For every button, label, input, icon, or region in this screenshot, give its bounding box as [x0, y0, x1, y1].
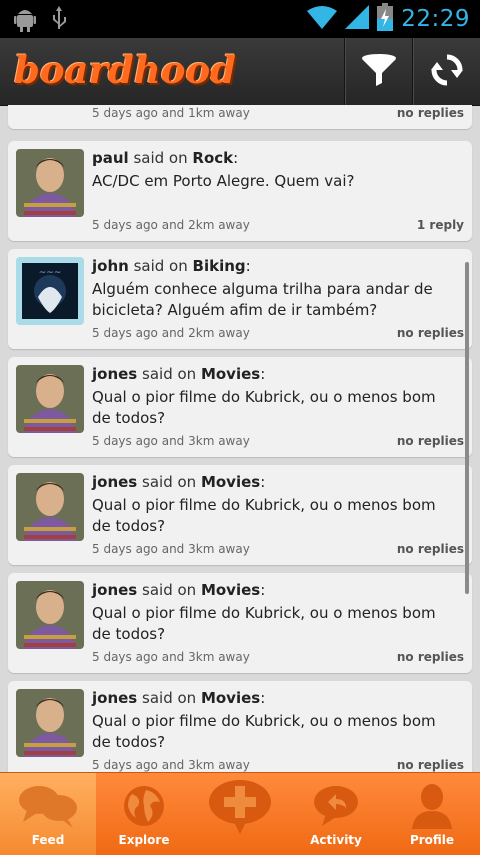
post-message: Qual o pior filme do Kubrick, ou o menos…: [92, 604, 436, 643]
post-header: jones said on Movies:: [92, 689, 266, 707]
post-message: Qual o pior filme do Kubrick, ou o menos…: [92, 712, 436, 751]
reply-count[interactable]: no replies: [397, 106, 464, 120]
refresh-button[interactable]: [412, 38, 480, 105]
avatar: [16, 473, 84, 541]
avatar: [16, 689, 84, 757]
clock: 22:29: [401, 6, 470, 32]
nav-add-post[interactable]: [192, 773, 288, 855]
post-verb: said on: [142, 473, 197, 491]
post-meta: 5 days ago and 1km away: [92, 106, 250, 120]
scrollbar[interactable]: [465, 262, 469, 594]
post-meta: 5 days ago and 3km away: [92, 758, 250, 772]
nav-activity[interactable]: Activity: [288, 773, 384, 855]
app-logo: boardhood: [14, 48, 237, 92]
post-board[interactable]: Movies: [201, 473, 260, 491]
post-header: jones said on Movies:: [92, 365, 266, 383]
filter-icon: [360, 53, 398, 91]
post-card[interactable]: ~~~ john said on Biking: Alguém conhece …: [8, 249, 472, 349]
post-verb: said on: [142, 689, 197, 707]
post-board[interactable]: Movies: [201, 365, 260, 383]
post-message: Qual o pior filme do Kubrick, ou o menos…: [92, 496, 436, 535]
reply-count[interactable]: no replies: [397, 326, 464, 340]
android-debug-icon: [14, 6, 36, 36]
globe-icon: [122, 783, 166, 829]
refresh-icon: [430, 53, 464, 91]
filter-button[interactable]: [344, 38, 412, 105]
nav-label: Explore: [118, 833, 170, 847]
post-board[interactable]: Movies: [201, 689, 260, 707]
reply-count[interactable]: no replies: [397, 434, 464, 448]
reply-count[interactable]: no replies: [397, 542, 464, 556]
post-verb: said on: [133, 257, 188, 275]
reply-count[interactable]: 1 reply: [417, 218, 464, 232]
post-meta: 5 days ago and 3km away: [92, 434, 250, 448]
wifi-icon: [307, 5, 338, 33]
add-post-icon: [207, 780, 273, 834]
post-author[interactable]: paul: [92, 149, 129, 167]
post-author[interactable]: jones: [92, 581, 137, 599]
post-verb: said on: [133, 149, 188, 167]
post-author[interactable]: jones: [92, 365, 137, 383]
post-card[interactable]: jones said on Movies: Qual o pior filme …: [8, 681, 472, 772]
post-card[interactable]: paul said on Rock: AC/DC em Porto Alegre…: [8, 141, 472, 241]
post-board[interactable]: Rock: [192, 149, 233, 167]
feed-list[interactable]: 5 days ago and 1km away no replies paul …: [0, 105, 480, 772]
post-meta: 5 days ago and 3km away: [92, 542, 250, 556]
nav-profile[interactable]: Profile: [384, 773, 480, 855]
speech-bubbles-icon: [17, 783, 79, 829]
post-meta: 5 days ago and 2km away: [92, 326, 250, 340]
post-message: AC/DC em Porto Alegre. Quem vai?: [92, 172, 355, 190]
post-card[interactable]: jones said on Movies: Qual o pior filme …: [8, 357, 472, 457]
nav-explore[interactable]: Explore: [96, 773, 192, 855]
post-verb: said on: [142, 581, 197, 599]
post-verb: said on: [142, 365, 197, 383]
post-author[interactable]: jones: [92, 473, 137, 491]
post-author[interactable]: john: [92, 257, 129, 275]
signal-icon: [345, 5, 370, 33]
nav-label: Profile: [409, 833, 455, 847]
post-card[interactable]: jones said on Movies: Qual o pior filme …: [8, 465, 472, 565]
nav-label: Feed: [31, 833, 65, 847]
nav-label: Activity: [310, 833, 362, 847]
usb-icon: [50, 6, 68, 36]
post-board[interactable]: Movies: [201, 581, 260, 599]
post-meta: 5 days ago and 2km away: [92, 218, 250, 232]
post-message: Alguém conhece alguma trilha para andar …: [92, 280, 433, 319]
avatar: [16, 365, 84, 433]
battery-charging-icon: [377, 3, 394, 35]
post-author[interactable]: jones: [92, 689, 137, 707]
post-card[interactable]: jones said on Movies: Qual o pior filme …: [8, 573, 472, 673]
post-header: john said on Biking:: [92, 257, 251, 275]
nav-feed[interactable]: Feed: [0, 773, 96, 855]
post-board[interactable]: Biking: [193, 257, 246, 275]
reply-bubble-icon: [312, 783, 360, 829]
post-header: paul said on Rock:: [92, 149, 239, 167]
post-meta: 5 days ago and 3km away: [92, 650, 250, 664]
svg-text:~~~: ~~~: [39, 268, 62, 278]
reply-count[interactable]: no replies: [397, 650, 464, 664]
avatar: [16, 581, 84, 649]
action-bar: boardhood: [0, 38, 480, 106]
post-header: jones said on Movies:: [92, 473, 266, 491]
status-bar: 22:29: [0, 0, 480, 38]
post-message: Qual o pior filme do Kubrick, ou o menos…: [92, 388, 436, 427]
post-header: jones said on Movies:: [92, 581, 266, 599]
reply-count[interactable]: no replies: [397, 758, 464, 772]
avatar: ~~~: [16, 257, 84, 325]
avatar: [16, 149, 84, 217]
post-card[interactable]: 5 days ago and 1km away no replies: [8, 105, 472, 129]
bottom-nav: Feed Explore Activity Profile: [0, 772, 480, 855]
person-icon: [410, 783, 454, 829]
